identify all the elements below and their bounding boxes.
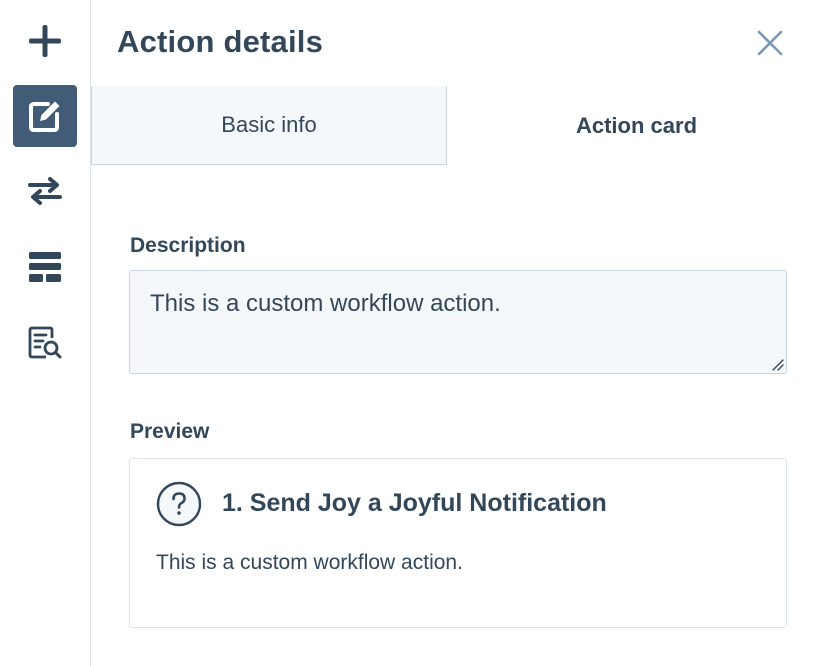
swap-arrows-icon: [28, 177, 62, 205]
tab-action-card[interactable]: Action card: [447, 86, 826, 165]
action-preview-card: 1. Send Joy a Joyful Notification This i…: [129, 458, 787, 628]
close-icon: [757, 30, 783, 56]
question-circle-icon: [156, 481, 202, 527]
preview-card-description: This is a custom workflow action.: [156, 551, 463, 574]
layout-button[interactable]: [13, 236, 77, 298]
review-button[interactable]: [13, 312, 77, 374]
resize-handle-icon[interactable]: [770, 357, 784, 371]
tab-bar: Basic info Action card: [91, 86, 826, 165]
panel-title: Action details: [117, 24, 324, 59]
side-rail: [0, 0, 91, 666]
preview-label: Preview: [130, 420, 210, 443]
preview-card-title: 1. Send Joy a Joyful Notification: [222, 489, 607, 517]
layout-icon: [29, 252, 61, 282]
document-search-icon: [28, 326, 62, 359]
edit-button[interactable]: [13, 85, 77, 147]
plus-icon: [29, 25, 61, 57]
close-button[interactable]: [755, 28, 785, 58]
swap-button[interactable]: [13, 160, 77, 222]
action-details-panel: Action details Basic info Action card De…: [91, 0, 826, 666]
edit-icon: [29, 101, 60, 132]
tab-basic-info[interactable]: Basic info: [91, 86, 447, 165]
description-value: This is a custom workflow action.: [150, 290, 501, 317]
description-label: Description: [130, 234, 246, 257]
add-button[interactable]: [13, 10, 77, 72]
description-textarea[interactable]: This is a custom workflow action.: [129, 270, 787, 374]
